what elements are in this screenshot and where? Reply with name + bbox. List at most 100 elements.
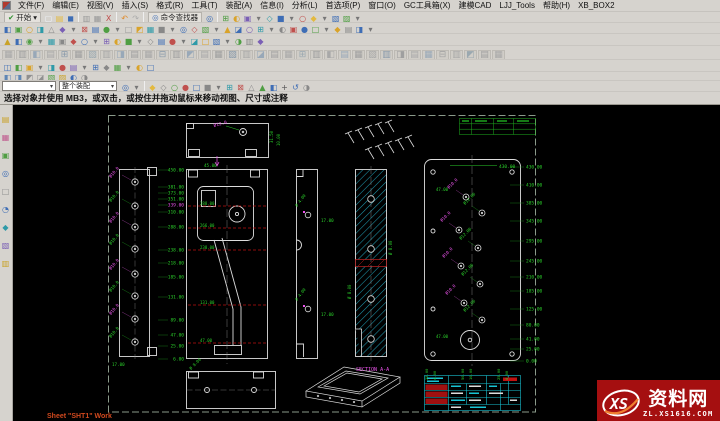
toolbar-icon[interactable]: ◆ bbox=[57, 25, 68, 34]
toolbar-icon[interactable]: ▾ bbox=[35, 63, 46, 72]
toolbar-icon[interactable]: ▦ bbox=[352, 50, 365, 61]
toolbar-icon[interactable]: ▤ bbox=[343, 25, 354, 34]
toolbar-icon[interactable]: ▣ bbox=[13, 25, 24, 34]
toolbar-icon[interactable]: ▦ bbox=[492, 50, 505, 61]
toolbar-icon[interactable]: ◧ bbox=[2, 73, 13, 81]
menu-item[interactable]: 分析(L) bbox=[288, 1, 322, 10]
selection-filter-input[interactable]: ▾ bbox=[2, 81, 56, 91]
toolbar-icon[interactable]: ◆ bbox=[68, 37, 79, 46]
toolbar-icon[interactable]: ↷ bbox=[130, 14, 141, 23]
toolbar-icon[interactable]: ▤ bbox=[338, 50, 351, 61]
toolbar-icon[interactable]: ⊠ bbox=[79, 25, 90, 34]
menu-item[interactable]: 编辑(E) bbox=[48, 1, 83, 10]
resource-bar-icon[interactable]: ▤ bbox=[0, 115, 11, 125]
toolbar-icon[interactable]: ◆ bbox=[308, 14, 319, 23]
toolbar-icon[interactable]: ▾ bbox=[134, 37, 145, 46]
toolbar-icon[interactable]: ▥ bbox=[240, 50, 253, 61]
toolbar-icon[interactable]: ▲ bbox=[222, 25, 233, 34]
toolbar-icon[interactable]: ◼ bbox=[65, 14, 76, 23]
toolbar-icon[interactable]: ⊞ bbox=[220, 14, 231, 23]
toolbar-icon[interactable]: ▾ bbox=[321, 25, 332, 34]
toolbar-icon[interactable]: ▦ bbox=[212, 50, 225, 61]
toolbar-icon[interactable]: ▾ bbox=[222, 37, 233, 46]
toolbar-icon[interactable]: ▾ bbox=[266, 25, 277, 34]
toolbar-icon[interactable]: ◐ bbox=[231, 14, 242, 23]
toolbar-icon[interactable]: □ bbox=[191, 83, 202, 92]
toolbar-icon[interactable]: ▾ bbox=[90, 37, 101, 46]
command-finder-button[interactable]: ◎ 命令查找器 bbox=[148, 12, 202, 23]
toolbar-icon[interactable]: ▤ bbox=[68, 63, 79, 72]
toolbar-icon[interactable]: ◑ bbox=[233, 37, 244, 46]
toolbar-icon[interactable]: ▦ bbox=[2, 50, 15, 61]
toolbar-icon[interactable]: ◨ bbox=[354, 25, 365, 34]
toolbar-icon[interactable]: ▤ bbox=[156, 37, 167, 46]
toolbar-icon[interactable]: X bbox=[103, 14, 114, 23]
toolbar-icon[interactable]: ▦ bbox=[46, 37, 57, 46]
toolbar-icon[interactable]: ▥ bbox=[100, 50, 113, 61]
toolbar-icon[interactable]: ▤ bbox=[54, 14, 65, 23]
toolbar-icon[interactable]: ◆ bbox=[255, 37, 266, 46]
toolbar-icon[interactable]: ○ bbox=[297, 14, 308, 23]
toolbar-icon[interactable]: ◆ bbox=[332, 25, 343, 34]
toolbar-icon[interactable]: ▥ bbox=[16, 50, 29, 61]
menu-item[interactable]: 装配(A) bbox=[222, 1, 257, 10]
resource-bar-icon[interactable]: ▧ bbox=[0, 241, 11, 251]
menu-item[interactable]: 视图(V) bbox=[83, 1, 118, 10]
toolbar-icon[interactable]: ◑ bbox=[79, 73, 90, 81]
menu-item[interactable]: GC工具箱(X) bbox=[400, 1, 455, 10]
toolbar-icon[interactable]: ▧ bbox=[366, 50, 379, 61]
toolbar-icon[interactable]: ▾ bbox=[35, 37, 46, 46]
toolbar-icon[interactable]: ◩ bbox=[134, 25, 145, 34]
toolbar-icon[interactable]: ▧ bbox=[211, 37, 222, 46]
toolbar-icon[interactable]: ○ bbox=[169, 83, 180, 92]
toolbar-icon[interactable]: ⊟ bbox=[436, 50, 449, 61]
toolbar-icon[interactable]: □ bbox=[200, 37, 211, 46]
drawing-canvas[interactable]: 450.00381.00373.00351.00339.00310.00288.… bbox=[13, 105, 720, 421]
toolbar-icon[interactable]: ▲ bbox=[257, 83, 268, 92]
toolbar-icon[interactable]: ◧ bbox=[30, 50, 43, 61]
toolbar-icon[interactable]: ▲ bbox=[2, 37, 13, 46]
toolbar-icon[interactable]: ▣ bbox=[288, 25, 299, 34]
resource-bar-icon[interactable]: □ bbox=[0, 187, 11, 197]
toolbar-icon[interactable]: ⊠ bbox=[235, 83, 246, 92]
toolbar-icon[interactable]: ▥ bbox=[81, 14, 92, 23]
toolbar-icon[interactable]: ▨ bbox=[341, 14, 352, 23]
toolbar-icon[interactable]: ▧ bbox=[200, 25, 211, 34]
toolbar-icon[interactable]: ● bbox=[57, 63, 68, 72]
toolbar-icon[interactable]: ▾ bbox=[213, 83, 224, 92]
toolbar-icon[interactable]: ◪ bbox=[254, 50, 267, 61]
toolbar-icon[interactable]: ◧ bbox=[13, 37, 24, 46]
toolbar-icon[interactable]: ◐ bbox=[277, 25, 288, 34]
toolbar-icon[interactable]: ◐ bbox=[112, 37, 123, 46]
start-menu-button[interactable]: ✔ 开始 ▾ bbox=[4, 12, 41, 23]
toolbar-icon[interactable]: ▾ bbox=[79, 63, 90, 72]
toolbar-icon[interactable]: ▤ bbox=[268, 50, 281, 61]
toolbar-icon[interactable]: ▾ bbox=[68, 25, 79, 34]
toolbar-icon[interactable]: ▥ bbox=[170, 50, 183, 61]
toolbar-icon[interactable]: ▦ bbox=[282, 50, 295, 61]
toolbar-icon[interactable]: ▥ bbox=[310, 50, 323, 61]
toolbar-icon[interactable]: ▤ bbox=[198, 50, 211, 61]
toolbar-icon[interactable]: ◑ bbox=[301, 83, 312, 92]
toolbar-icon[interactable]: ◧ bbox=[13, 63, 24, 72]
toolbar-icon[interactable]: ▦ bbox=[72, 50, 85, 61]
toolbar-icon[interactable]: ● bbox=[167, 37, 178, 46]
toolbar-icon[interactable]: ▾ bbox=[178, 37, 189, 46]
toolbar-icon[interactable]: ◆ bbox=[101, 63, 112, 72]
toolbar-icon[interactable]: ▧ bbox=[226, 50, 239, 61]
toolbar-icon[interactable]: ◇ bbox=[189, 25, 200, 34]
toolbar-icon[interactable]: ◨ bbox=[114, 50, 127, 61]
toolbar-icon[interactable]: ◧ bbox=[2, 25, 13, 34]
toolbar-icon[interactable]: ▦ bbox=[112, 63, 123, 72]
toolbar-icon[interactable]: ↺ bbox=[290, 83, 301, 92]
toolbar-icon[interactable]: ▣ bbox=[57, 37, 68, 46]
toolbar-icon[interactable]: ⊟ bbox=[156, 50, 169, 61]
menu-item[interactable]: LJJ_Tools bbox=[495, 1, 539, 10]
toolbar-icon[interactable]: ○ bbox=[79, 37, 90, 46]
menu-item[interactable]: 帮助(H) bbox=[539, 1, 574, 10]
menu-item[interactable]: 文件(F) bbox=[14, 1, 48, 10]
toolbar-icon[interactable]: ◉ bbox=[24, 37, 35, 46]
toolbar-icon[interactable]: ● bbox=[180, 83, 191, 92]
toolbar-icon[interactable]: ■ bbox=[123, 37, 134, 46]
toolbar-icon[interactable]: ○ bbox=[244, 25, 255, 34]
